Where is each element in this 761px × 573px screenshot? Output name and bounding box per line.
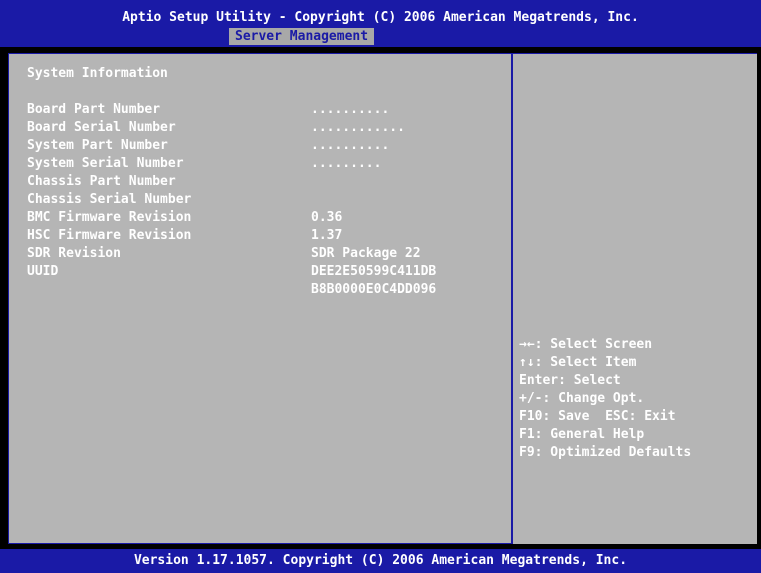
label-sdr-revision: SDR Revision xyxy=(27,246,121,261)
value-bmc-firmware-revision: 0.36 xyxy=(311,210,343,225)
label-hsc-firmware-revision: HSC Firmware Revision xyxy=(27,228,192,243)
value-system-serial-number: ......... xyxy=(311,156,382,171)
label-uuid: UUID xyxy=(27,264,59,279)
tab-server-management[interactable]: Server Management xyxy=(229,28,375,45)
help-select-item: ↑↓: Select Item xyxy=(519,355,637,370)
value-board-serial-number: ............ xyxy=(311,120,405,135)
version-text: Version 1.17.1057. Copyright (C) 2006 Am… xyxy=(133,553,628,568)
app-title: Aptio Setup Utility - Copyright (C) 2006… xyxy=(122,10,639,25)
value-hsc-firmware-revision: 1.37 xyxy=(311,228,343,243)
help-save-exit: F10: Save ESC: Exit xyxy=(519,409,676,424)
help-panel: →←: Select Screen ↑↓: Select Item Enter:… xyxy=(513,53,757,545)
label-chassis-serial-number: Chassis Serial Number xyxy=(27,192,192,207)
help-change-opt: +/-: Change Opt. xyxy=(519,391,645,406)
help-optimized-defaults: F9: Optimized Defaults xyxy=(519,445,692,460)
info-panel: System Information Board Part Number ...… xyxy=(8,53,512,544)
label-system-serial-number: System Serial Number xyxy=(27,156,184,171)
value-board-part-number: .......... xyxy=(311,102,390,117)
label-board-part-number: Board Part Number xyxy=(27,102,161,117)
help-select-screen: →←: Select Screen xyxy=(519,337,653,352)
section-title: System Information xyxy=(27,66,168,81)
help-enter-select: Enter: Select xyxy=(519,373,621,388)
help-general-help: F1: General Help xyxy=(519,427,645,442)
label-board-serial-number: Board Serial Number xyxy=(27,120,176,135)
footer-bar: Version 1.17.1057. Copyright (C) 2006 Am… xyxy=(0,549,761,573)
title-bar: Aptio Setup Utility - Copyright (C) 2006… xyxy=(0,0,761,47)
main-area: System Information Board Part Number ...… xyxy=(8,53,757,544)
value-system-part-number: .......... xyxy=(311,138,390,153)
label-chassis-part-number: Chassis Part Number xyxy=(27,174,176,189)
label-system-part-number: System Part Number xyxy=(27,138,168,153)
value-uuid-line2: B8B0000E0C4DD096 xyxy=(311,282,437,297)
value-sdr-revision: SDR Package 22 xyxy=(311,246,421,261)
value-uuid-line1: DEE2E50599C411DB xyxy=(311,264,437,279)
label-bmc-firmware-revision: BMC Firmware Revision xyxy=(27,210,192,225)
